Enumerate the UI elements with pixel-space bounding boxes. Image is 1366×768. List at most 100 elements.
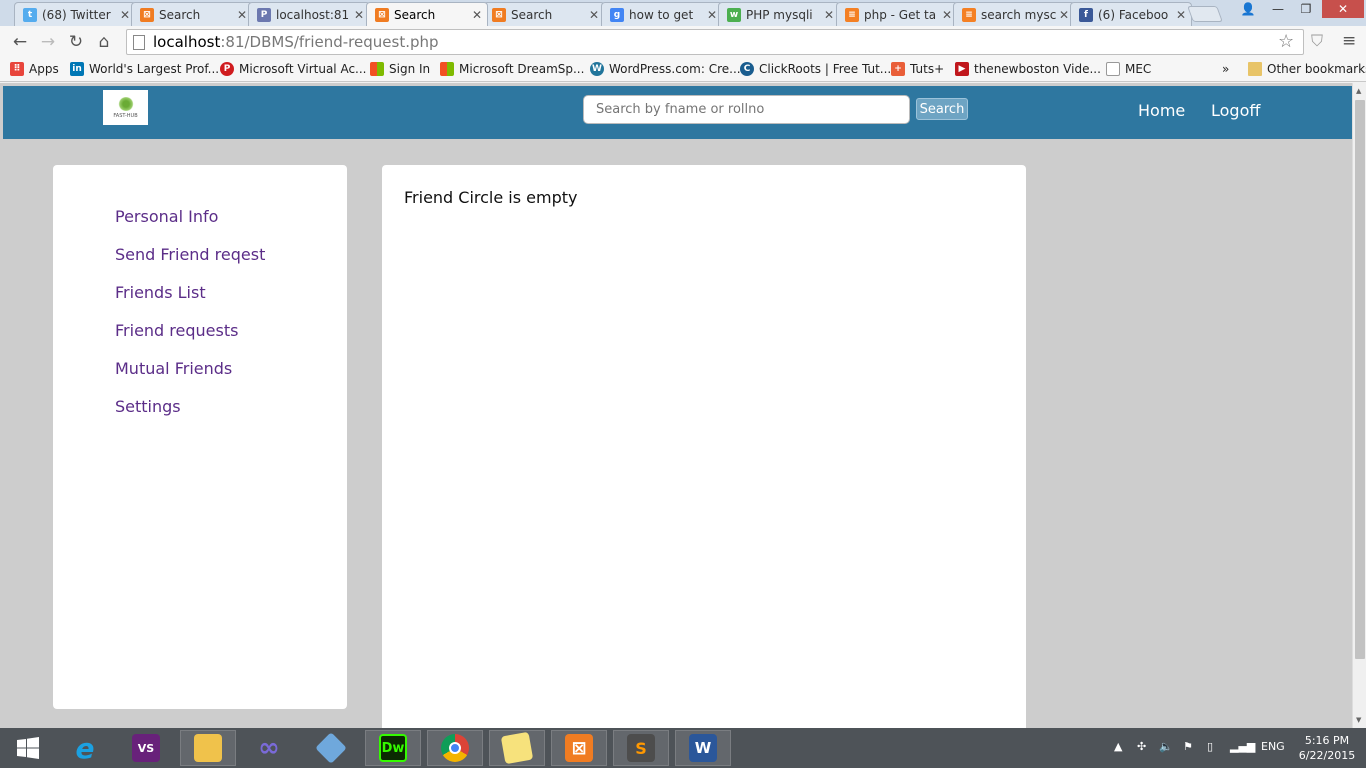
bookmark-label: Tuts+ xyxy=(910,62,945,76)
taskbar-internet-explorer[interactable]: e xyxy=(57,730,113,766)
scrollbar-thumb[interactable] xyxy=(1355,100,1365,659)
taskbar-infinity-app[interactable]: ∞ xyxy=(241,730,297,766)
browser-tab[interactable]: ≡ php - Get ta ✕ xyxy=(836,2,958,26)
taskbar-xampp[interactable]: ⊠ xyxy=(551,730,607,766)
system-clock[interactable]: 5:16 PM 6/22/2015 xyxy=(1296,733,1358,763)
clock-time: 5:16 PM xyxy=(1304,734,1350,747)
sidebar-item-mutual-friends[interactable]: Mutual Friends xyxy=(115,359,232,378)
browser-tab[interactable]: g how to get ✕ xyxy=(601,2,723,26)
visual-studio-icon: VS xyxy=(132,734,160,762)
search-button[interactable]: Search xyxy=(916,98,968,120)
user-profile-icon[interactable]: 👤 xyxy=(1234,0,1262,18)
scroll-up-icon[interactable]: ▲ xyxy=(1356,87,1361,95)
browser-tab[interactable]: P localhost:81 ✕ xyxy=(248,2,370,26)
volume-icon[interactable]: 🔈 xyxy=(1159,740,1173,753)
close-icon[interactable]: ✕ xyxy=(353,8,365,22)
nav-logoff-link[interactable]: Logoff xyxy=(1211,101,1260,120)
close-icon[interactable]: ✕ xyxy=(471,8,483,22)
power-icon[interactable]: ▯ xyxy=(1207,740,1213,753)
other-bookmarks-folder[interactable]: Other bookmarks xyxy=(1248,62,1366,76)
bookmark-item[interactable]: in World's Largest Prof... xyxy=(70,62,219,76)
close-icon[interactable]: ✕ xyxy=(706,8,718,22)
close-icon[interactable]: ✕ xyxy=(236,8,248,22)
sublime-text-icon: S xyxy=(627,734,655,762)
extension-shield-icon[interactable]: ⛉ xyxy=(1311,31,1323,51)
windows-taskbar: e VS ∞ Dw ⊠ S W ▲ ✣ 🔈 ⚑ ▯ ▂▄▆ ENG 5:16 P… xyxy=(0,728,1366,768)
signal-icon[interactable]: ▂▄▆ xyxy=(1230,740,1255,753)
infinity-icon: ∞ xyxy=(258,733,280,763)
folder-icon xyxy=(1248,62,1262,76)
apps-grid-icon: ⠿ xyxy=(10,62,24,76)
browser-tab-active[interactable]: ⊠ Search ✕ xyxy=(366,2,488,26)
bookmark-item[interactable]: MEC xyxy=(1106,62,1151,76)
address-bar[interactable]: localhost:81/DBMS/friend-request.php xyxy=(126,29,1304,55)
chrome-menu-icon[interactable]: ≡ xyxy=(1342,31,1356,51)
browser-tab[interactable]: f (6) Faceboo ✕ xyxy=(1070,2,1192,26)
browser-tab[interactable]: t (68) Twitter ✕ xyxy=(14,2,136,26)
sidebar-item-friend-requests[interactable]: Friend requests xyxy=(115,321,238,340)
taskbar-sublime-text[interactable]: S xyxy=(613,730,669,766)
taskbar-dreamweaver[interactable]: Dw xyxy=(365,730,421,766)
bookmarks-bar: ⠿ Apps in World's Largest Prof... P Micr… xyxy=(0,58,1366,82)
taskbar-visual-studio[interactable]: VS xyxy=(118,730,174,766)
close-icon[interactable]: ✕ xyxy=(1058,8,1070,22)
twitter-icon: t xyxy=(23,7,37,22)
network-sync-icon[interactable]: ✣ xyxy=(1137,740,1146,753)
bookmark-item[interactable]: C ClickRoots | Free Tut... xyxy=(740,62,891,76)
bookmark-label: Apps xyxy=(29,62,59,76)
bookmark-item[interactable]: W WordPress.com: Cre... xyxy=(590,62,741,76)
forward-arrow-icon[interactable]: → xyxy=(34,28,62,56)
bookmarks-overflow-button[interactable]: » xyxy=(1222,62,1229,76)
bookmark-item[interactable]: Microsoft DreamSp... xyxy=(440,62,584,76)
nav-home-link[interactable]: Home xyxy=(1138,101,1185,120)
sidebar-item-settings[interactable]: Settings xyxy=(115,397,181,416)
browser-tab[interactable]: ⊠ Search ✕ xyxy=(131,2,253,26)
bookmark-item[interactable]: Sign In xyxy=(370,62,430,76)
home-icon[interactable]: ⌂ xyxy=(90,28,118,56)
bookmark-label: Microsoft DreamSp... xyxy=(459,62,585,76)
search-input[interactable] xyxy=(583,95,910,124)
bookmark-item[interactable]: + Tuts+ xyxy=(891,62,944,76)
browser-tab[interactable]: ≡ search mysc ✕ xyxy=(953,2,1075,26)
browser-tab[interactable]: ⊠ Search ✕ xyxy=(483,2,605,26)
logo-mark-icon xyxy=(117,96,134,111)
taskbar-file-explorer[interactable] xyxy=(180,730,236,766)
taskbar-chrome[interactable] xyxy=(427,730,483,766)
taskbar-notes[interactable] xyxy=(489,730,545,766)
tab-title: Search xyxy=(394,7,436,22)
close-icon[interactable]: ✕ xyxy=(823,8,835,22)
chrome-icon xyxy=(441,734,469,762)
minimize-icon[interactable]: — xyxy=(1264,0,1292,18)
browser-tab[interactable]: w PHP mysqli ✕ xyxy=(718,2,840,26)
close-icon[interactable]: ✕ xyxy=(119,8,131,22)
bookmark-item[interactable]: ▶ thenewboston Vide... xyxy=(955,62,1101,76)
language-indicator[interactable]: ENG xyxy=(1261,740,1285,753)
close-icon[interactable]: ✕ xyxy=(941,8,953,22)
close-icon[interactable]: ✕ xyxy=(1175,8,1187,22)
other-bookmarks-label: Other bookmarks xyxy=(1267,62,1366,76)
bookmark-item[interactable]: ⠿ Apps xyxy=(10,62,59,76)
bookmark-star-icon[interactable]: ☆ xyxy=(1278,31,1294,52)
action-center-flag-icon[interactable]: ⚑ xyxy=(1183,740,1193,753)
xampp-icon: ⊠ xyxy=(565,734,593,762)
scroll-down-icon[interactable]: ▼ xyxy=(1356,716,1361,724)
taskbar-virtualbox[interactable] xyxy=(303,730,359,766)
taskbar-word[interactable]: W xyxy=(675,730,731,766)
folder-icon xyxy=(194,734,222,762)
start-button[interactable] xyxy=(0,730,56,766)
close-icon[interactable]: ✕ xyxy=(588,8,600,22)
sidebar-item-friends-list[interactable]: Friends List xyxy=(115,283,206,302)
sidebar-item-send-friend-request[interactable]: Send Friend reqest xyxy=(115,245,265,264)
reload-icon[interactable]: ↻ xyxy=(62,28,90,56)
site-logo[interactable]: FAST-HUB xyxy=(103,90,148,125)
bookmark-item[interactable]: P Microsoft Virtual Ac... xyxy=(220,62,367,76)
vertical-scrollbar[interactable]: ▲ ▼ xyxy=(1352,83,1366,728)
new-tab-button[interactable] xyxy=(1187,6,1223,22)
tab-title: Search xyxy=(159,7,201,22)
show-hidden-icons[interactable]: ▲ xyxy=(1114,740,1122,753)
sidebar-item-personal-info[interactable]: Personal Info xyxy=(115,207,218,226)
window-close-icon[interactable]: ✕ xyxy=(1322,0,1364,18)
maximize-icon[interactable]: ❐ xyxy=(1292,0,1320,18)
xampp-icon: ⊠ xyxy=(140,7,154,22)
back-arrow-icon[interactable]: ← xyxy=(6,28,34,56)
